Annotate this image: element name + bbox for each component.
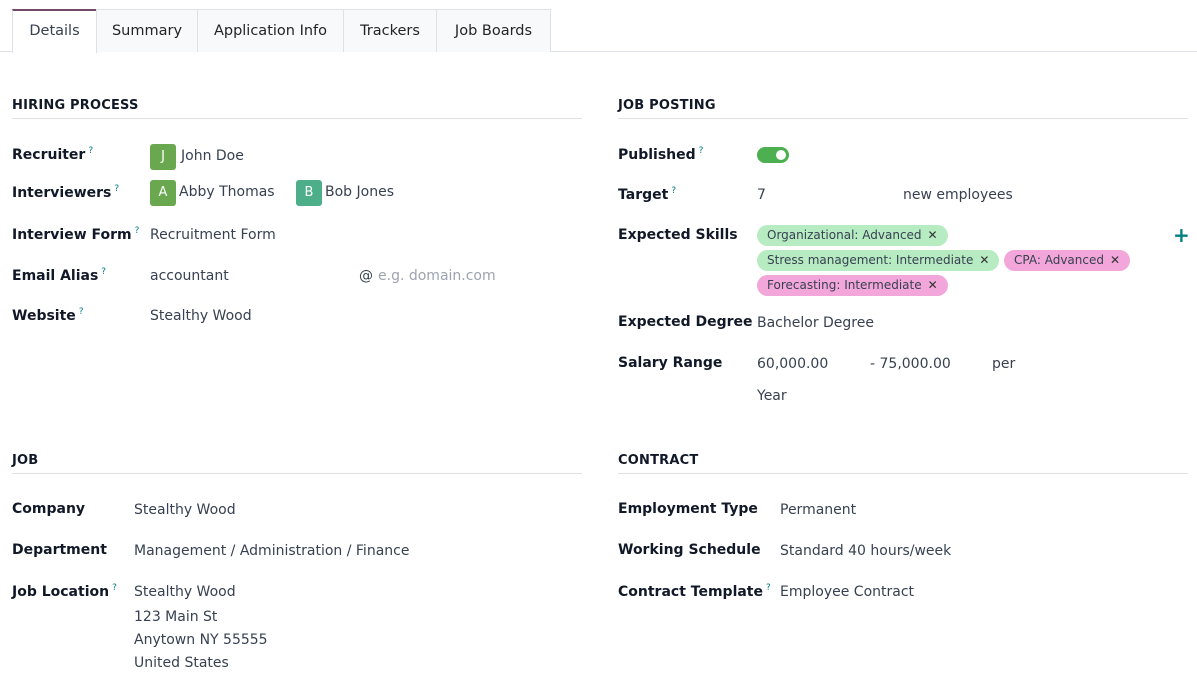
email-domain-field[interactable]: e.g. domain.com: [378, 268, 496, 284]
salary-min-field[interactable]: 60,000.00: [757, 356, 828, 372]
help-icon[interactable]: ?: [79, 307, 84, 317]
skill-tag[interactable]: CPA: Advanced ✕: [1004, 250, 1131, 271]
target-field[interactable]: 7: [757, 187, 766, 203]
website-field[interactable]: Stealthy Wood: [150, 308, 252, 324]
interviewer-tag[interactable]: Bob Jones: [325, 184, 394, 200]
interviewer-tag[interactable]: Abby Thomas: [179, 184, 275, 200]
help-icon[interactable]: ?: [101, 267, 106, 277]
close-icon[interactable]: ✕: [1110, 253, 1120, 267]
employment-type-label: Employment Type: [618, 501, 758, 517]
tab-summary[interactable]: Summary: [96, 9, 198, 52]
email-alias-label: Email Alias?: [12, 267, 107, 284]
tab-trackers[interactable]: Trackers: [343, 9, 437, 52]
interview-form-field[interactable]: Recruitment Form: [150, 227, 276, 243]
salary-range-label: Salary Range: [618, 355, 723, 371]
help-icon[interactable]: ?: [112, 583, 117, 593]
department-field[interactable]: Management / Administration / Finance: [134, 543, 409, 559]
target-label: Target?: [618, 186, 677, 203]
company-field[interactable]: Stealthy Wood: [134, 502, 236, 518]
help-icon[interactable]: ?: [671, 186, 676, 196]
avatar: A: [150, 180, 176, 206]
toggle-knob: [776, 150, 786, 160]
help-icon[interactable]: ?: [766, 583, 771, 593]
job-location-line: United States: [134, 655, 229, 671]
job-location-label: Job Location?: [12, 583, 117, 600]
department-label: Department: [12, 542, 107, 558]
published-toggle[interactable]: [757, 147, 789, 163]
contract-template-label: Contract Template?: [618, 583, 771, 600]
contract-template-field[interactable]: Employee Contract: [780, 584, 914, 600]
job-posting-heading: JOB POSTING: [618, 98, 1188, 119]
expected-degree-label: Expected Degree: [618, 314, 753, 330]
salary-max-field[interactable]: - 75,000.00: [870, 356, 951, 372]
tab-details[interactable]: Details: [12, 9, 97, 53]
skill-tag[interactable]: Stress management: Intermediate ✕: [757, 250, 1000, 271]
add-skill-icon[interactable]: +: [1173, 225, 1190, 245]
close-icon[interactable]: ✕: [979, 253, 989, 267]
email-alias-field[interactable]: accountant: [150, 268, 229, 284]
skill-tag[interactable]: Organizational: Advanced ✕: [757, 225, 948, 246]
contract-heading: CONTRACT: [618, 453, 1188, 474]
recruiter-value[interactable]: John Doe: [181, 148, 244, 164]
job-location-line: 123 Main St: [134, 609, 218, 625]
interview-form-label: Interview Form?: [12, 226, 140, 243]
close-icon[interactable]: ✕: [928, 228, 938, 242]
salary-period-field[interactable]: Year: [757, 388, 787, 404]
help-icon[interactable]: ?: [699, 146, 704, 156]
close-icon[interactable]: ✕: [928, 278, 938, 292]
company-label: Company: [12, 501, 86, 517]
job-location-line[interactable]: Stealthy Wood: [134, 584, 236, 600]
job-heading: JOB: [12, 453, 582, 474]
avatar: J: [150, 144, 176, 170]
working-schedule-label: Working Schedule: [618, 542, 761, 558]
expected-degree-field[interactable]: Bachelor Degree: [757, 315, 874, 331]
recruiter-label: Recruiter?: [12, 146, 94, 163]
job-location-line: Anytown NY 55555: [134, 632, 268, 648]
skill-tag[interactable]: Forecasting: Intermediate ✕: [757, 275, 948, 296]
published-label: Published?: [618, 146, 704, 163]
working-schedule-field[interactable]: Standard 40 hours/week: [780, 543, 951, 559]
target-suffix: new employees: [903, 187, 1013, 203]
help-icon[interactable]: ?: [88, 146, 93, 156]
email-at-sign: @: [359, 268, 373, 284]
employment-type-field[interactable]: Permanent: [780, 502, 856, 518]
website-label: Website?: [12, 307, 84, 324]
hiring-process-heading: HIRING PROCESS: [12, 98, 582, 119]
salary-per-label: per: [992, 356, 1016, 372]
expected-skills-label: Expected Skills: [618, 227, 738, 243]
interviewers-label: Interviewers?: [12, 184, 120, 201]
help-icon[interactable]: ?: [135, 226, 140, 236]
tab-bar: Details Summary Application Info Tracker…: [0, 0, 1197, 53]
tab-job-boards[interactable]: Job Boards: [436, 9, 551, 52]
help-icon[interactable]: ?: [114, 184, 119, 194]
tab-application-info[interactable]: Application Info: [197, 9, 344, 52]
avatar: B: [296, 180, 322, 206]
